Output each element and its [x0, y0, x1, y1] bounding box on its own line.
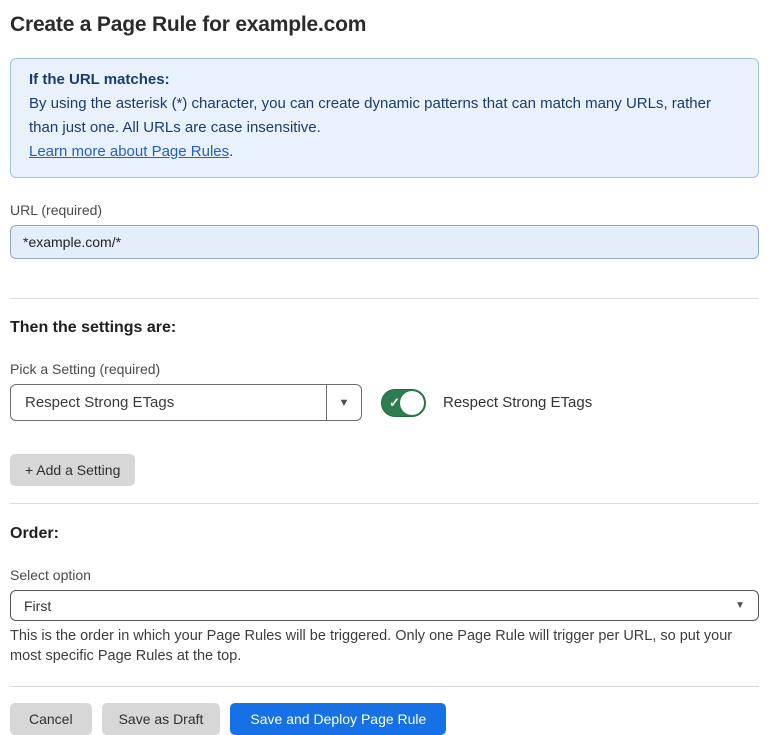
setting-select[interactable]: Respect Strong ETags ▼ — [10, 384, 362, 421]
add-setting-button[interactable]: + Add a Setting — [10, 454, 135, 486]
url-field-label: URL (required) — [10, 202, 759, 218]
footer-actions: Cancel Save as Draft Save and Deploy Pag… — [10, 703, 759, 735]
setting-select-value: Respect Strong ETags — [11, 385, 326, 420]
save-draft-button[interactable]: Save as Draft — [102, 703, 221, 735]
page-rule-form: Create a Page Rule for example.com If th… — [0, 13, 769, 735]
toggle-knob — [400, 391, 424, 415]
order-select[interactable]: First ▼ — [10, 590, 759, 621]
divider — [10, 686, 759, 687]
setting-toggle[interactable]: ✓ — [381, 389, 426, 417]
setting-row: Respect Strong ETags ▼ ✓ Respect Strong … — [10, 384, 759, 421]
chevron-down-icon[interactable]: ▼ — [326, 385, 361, 420]
url-match-info-box: If the URL matches: By using the asteris… — [10, 58, 759, 178]
info-box-body: By using the asterisk (*) character, you… — [29, 92, 740, 140]
save-deploy-button[interactable]: Save and Deploy Page Rule — [230, 703, 446, 735]
settings-section-heading: Then the settings are: — [10, 319, 759, 337]
order-section-heading: Order: — [10, 525, 759, 543]
order-select-value: First — [24, 598, 51, 614]
check-icon: ✓ — [389, 396, 400, 409]
info-box-link-line: Learn more about Page Rules. — [29, 140, 740, 164]
divider — [10, 298, 759, 299]
order-select-label: Select option — [10, 567, 759, 583]
url-input[interactable] — [10, 225, 759, 259]
link-suffix: . — [229, 143, 233, 160]
page-title: Create a Page Rule for example.com — [10, 13, 759, 37]
divider — [10, 503, 759, 504]
info-box-heading: If the URL matches: — [29, 68, 740, 92]
cancel-button[interactable]: Cancel — [10, 703, 92, 735]
pick-setting-label: Pick a Setting (required) — [10, 361, 759, 377]
order-help-text: This is the order in which your Page Rul… — [10, 627, 759, 666]
learn-more-link[interactable]: Learn more about Page Rules — [29, 143, 229, 160]
chevron-down-icon: ▼ — [735, 600, 745, 611]
toggle-label: Respect Strong ETags — [443, 394, 592, 411]
